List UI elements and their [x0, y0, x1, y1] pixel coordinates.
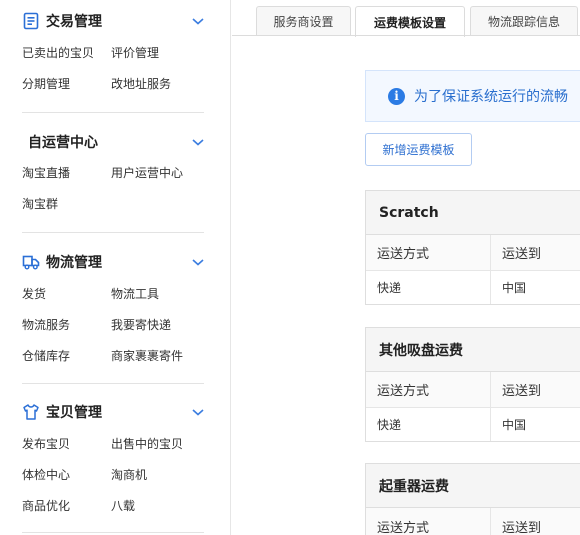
sidebar-group-trade-header[interactable]: 交易管理 — [22, 10, 102, 32]
sidebar-link-health-check[interactable]: 体检中心 — [22, 466, 70, 483]
column-header: 运送方式 — [366, 235, 491, 270]
chevron-down-icon[interactable] — [190, 13, 206, 29]
sidebar-link-sold-items[interactable]: 已卖出的宝贝 — [22, 44, 94, 61]
tab-service-provider[interactable]: 服务商设置 — [256, 6, 351, 36]
chevron-down-icon[interactable] — [190, 404, 206, 420]
table-header-row: 运送方式 运送到 — [366, 235, 580, 271]
tab-label: 服务商设置 — [273, 15, 334, 29]
table-cell: 中国 — [502, 418, 527, 432]
tab-label: 物流跟踪信息 — [487, 15, 560, 29]
sidebar-group-title: 交易管理 — [46, 14, 102, 30]
table-cell: 快递 — [366, 408, 491, 441]
shirt-icon — [22, 403, 40, 421]
sidebar-link-address-change[interactable]: 改地址服务 — [111, 75, 171, 92]
info-icon: i — [388, 87, 405, 105]
sidebar-link-send-express[interactable]: 我要寄快递 — [111, 316, 171, 333]
divider — [22, 532, 204, 533]
table-header-row: 运送方式 运送到 — [366, 372, 580, 408]
tab-shipping-template[interactable]: 运费模板设置 — [355, 6, 465, 37]
column-header: 运送方式 — [366, 508, 491, 535]
table-header-row: 运送方式 运送到 — [366, 508, 580, 535]
sidebar-group-title: 物流管理 — [46, 255, 102, 271]
tab-label: 运费模板设置 — [373, 15, 446, 30]
sidebar-group-self-ops-header[interactable]: 自运营中心 — [22, 131, 98, 153]
column-header: 运送到 — [502, 247, 542, 262]
sidebar-link-reviews[interactable]: 评价管理 — [111, 44, 159, 61]
chevron-down-icon[interactable] — [190, 254, 206, 270]
notice-text: 为了保证系统运行的流畅 — [414, 89, 568, 105]
template-card-jack: 起重器运费 运送方式 运送到 — [365, 463, 580, 535]
table-row: 快递 中国 — [366, 408, 580, 441]
sidebar-group-logistics-header[interactable]: 物流管理 — [22, 251, 102, 273]
notice-banner: i 为了保证系统运行的流畅 — [365, 70, 580, 122]
table-row: 快递 中国 — [366, 271, 580, 304]
sidebar-link-installments[interactable]: 分期管理 — [22, 75, 70, 92]
sidebar-link-groups[interactable]: 淘宝群 — [22, 195, 58, 212]
sidebar-link-optimize[interactable]: 商品优化 — [22, 497, 70, 514]
table-cell: 快递 — [366, 271, 491, 304]
sidebar-link-warehouse[interactable]: 仓储库存 — [22, 347, 70, 364]
sidebar-link-publish[interactable]: 发布宝贝 — [22, 435, 70, 452]
sidebar-group-title: 宝贝管理 — [46, 405, 102, 421]
chevron-down-icon[interactable] — [190, 134, 206, 150]
column-header: 运送到 — [502, 384, 542, 399]
sidebar-link-guoguo[interactable]: 商家裹裹寄件 — [111, 347, 183, 364]
template-card-suction: 其他吸盘运费 运送方式 运送到 快递 中国 — [365, 327, 580, 442]
tab-logistics-tracking[interactable]: 物流跟踪信息 — [470, 6, 578, 36]
column-header: 运送到 — [502, 520, 542, 535]
sidebar-link-opportunity[interactable]: 淘商机 — [111, 466, 147, 483]
tab-bar-baseline — [232, 35, 580, 36]
template-title: Scratch — [366, 191, 580, 235]
template-title: 其他吸盘运费 — [366, 328, 580, 372]
column-header: 运送方式 — [366, 372, 491, 407]
sidebar-link-bazai[interactable]: 八载 — [111, 497, 135, 514]
divider — [22, 383, 204, 384]
sidebar-link-live[interactable]: 淘宝直播 — [22, 164, 70, 181]
template-title: 起重器运费 — [366, 464, 580, 508]
document-list-icon — [22, 12, 40, 30]
sidebar-link-user-ops[interactable]: 用户运营中心 — [111, 164, 183, 181]
sidebar-link-logistics-tools[interactable]: 物流工具 — [111, 285, 159, 302]
table-cell: 中国 — [502, 281, 527, 295]
template-card-scratch: Scratch 运送方式 运送到 快递 中国 — [365, 190, 580, 305]
sidebar-group-title: 自运营中心 — [28, 135, 98, 151]
sidebar-link-logistics-service[interactable]: 物流服务 — [22, 316, 70, 333]
delivery-truck-icon — [22, 253, 40, 271]
sidebar-link-ship[interactable]: 发货 — [22, 285, 46, 302]
divider — [22, 112, 204, 113]
divider — [22, 232, 204, 233]
sidebar-group-items-header[interactable]: 宝贝管理 — [22, 401, 102, 423]
sidebar-link-on-sale[interactable]: 出售中的宝贝 — [111, 435, 183, 452]
sidebar: 交易管理 已卖出的宝贝 评价管理 分期管理 改地址服务 自运营中心 淘宝直播 用… — [0, 0, 220, 535]
content-separator — [230, 0, 231, 535]
add-shipping-template-button[interactable]: 新增运费模板 — [365, 133, 472, 166]
